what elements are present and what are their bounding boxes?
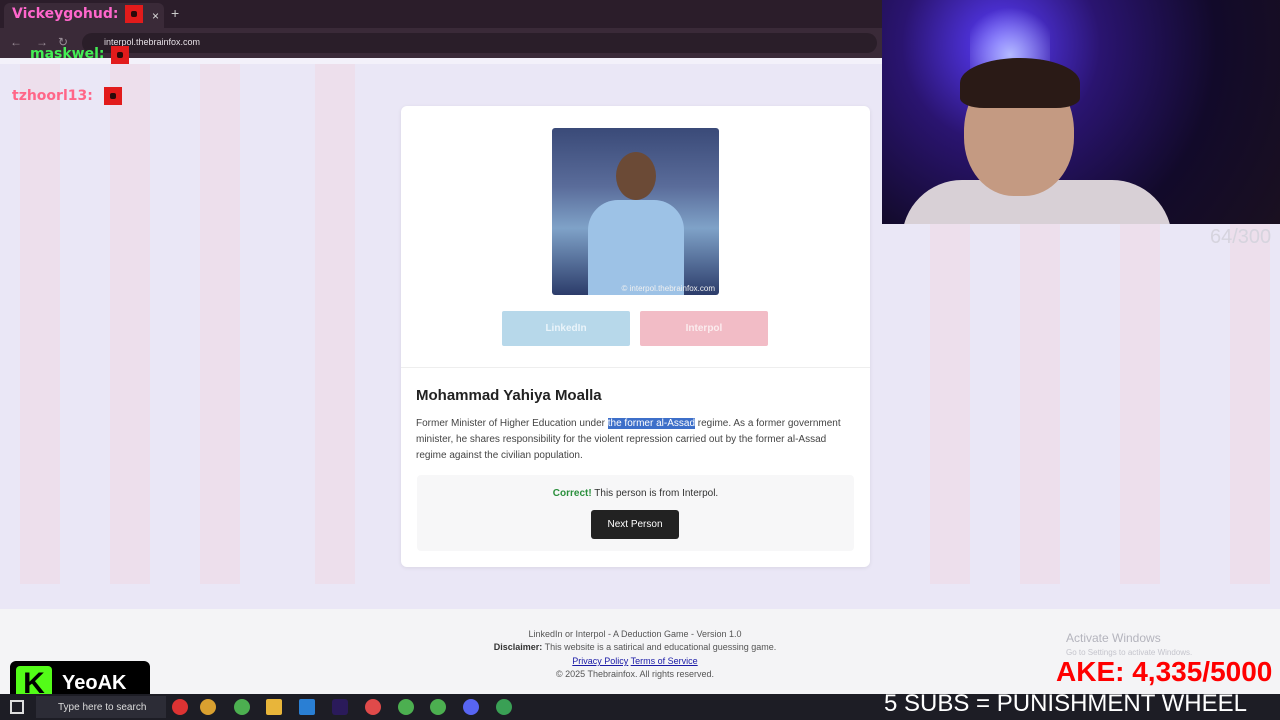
folder-icon[interactable] xyxy=(266,699,282,715)
photo-head xyxy=(616,152,656,200)
description-text: Former Minister of Higher Education unde… xyxy=(416,418,608,429)
store-icon[interactable] xyxy=(299,699,315,715)
discord-icon[interactable] xyxy=(463,699,479,715)
terms-of-service-link[interactable]: Terms of Service xyxy=(631,656,698,666)
albania-flag-icon xyxy=(104,87,122,105)
subs-ticker: 5 SUBS = PUNISHMENT WHEEL xyxy=(884,690,1247,717)
highlighted-text: the former al-Assad xyxy=(607,418,696,429)
whatsapp-icon[interactable] xyxy=(496,699,512,715)
person-description: Former Minister of Higher Education unde… xyxy=(416,416,846,464)
disclaimer-label: Disclaimer: xyxy=(493,642,543,652)
albania-flag-icon xyxy=(125,5,143,23)
windows-start-icon[interactable] xyxy=(10,700,24,714)
background-stripe xyxy=(315,64,355,584)
photo-torso xyxy=(588,200,684,295)
obs-icon[interactable] xyxy=(365,699,381,715)
webcam-feed xyxy=(882,0,1280,224)
chat-username-2: maskwel: xyxy=(30,46,105,62)
chrome-icon[interactable] xyxy=(430,699,446,715)
taskbar-search-placeholder: Type here to search xyxy=(58,702,147,713)
next-person-button[interactable]: Next Person xyxy=(591,510,679,539)
chat-username-3: tzhoorl13: xyxy=(12,88,93,104)
close-tab-icon[interactable]: × xyxy=(152,9,159,23)
result-panel: Correct! This person is from Interpol. N… xyxy=(417,475,854,551)
kick-channel-name: YeoAK xyxy=(62,672,127,694)
result-status: Correct! xyxy=(552,488,592,499)
result-message: Correct! This person is from Interpol. xyxy=(417,488,854,499)
back-arrow-icon[interactable]: ← xyxy=(10,35,22,49)
person-name: Mohammad Yahiya Moalla xyxy=(416,387,602,404)
background-stripe xyxy=(110,64,150,584)
webcam-hair xyxy=(960,58,1080,108)
url-field[interactable] xyxy=(82,33,877,53)
chat-username-1: Vickeygohud: xyxy=(12,6,119,22)
privacy-policy-link[interactable]: Privacy Policy xyxy=(572,656,628,666)
stake-goal-counter: AKE: 4,335/5000 xyxy=(1056,656,1273,687)
game-card: © interpol.thebrainfox.com LinkedIn Inte… xyxy=(401,106,870,567)
new-tab-button[interactable]: + xyxy=(171,5,179,21)
background-stripe xyxy=(20,64,60,584)
progress-counter: 64/300 xyxy=(1210,226,1272,248)
pencil-icon[interactable] xyxy=(200,699,216,715)
card-divider xyxy=(401,367,870,368)
disclaimer-text: This website is a satirical and educatio… xyxy=(542,642,777,652)
chrome-icon[interactable] xyxy=(234,699,250,715)
interpol-button[interactable]: Interpol xyxy=(640,311,768,346)
result-detail: This person is from Interpol. xyxy=(591,488,719,499)
photo-watermark: © interpol.thebrainfox.com xyxy=(621,284,716,293)
after-effects-icon[interactable] xyxy=(332,699,348,715)
background-stripe xyxy=(200,64,240,584)
albania-flag-icon xyxy=(111,46,129,64)
activate-windows-title: Activate Windows xyxy=(1066,631,1161,645)
person-photo: © interpol.thebrainfox.com xyxy=(552,128,719,295)
chrome-icon[interactable] xyxy=(398,699,414,715)
linkedin-button[interactable]: LinkedIn xyxy=(502,311,630,346)
baseball-icon[interactable] xyxy=(172,699,188,715)
